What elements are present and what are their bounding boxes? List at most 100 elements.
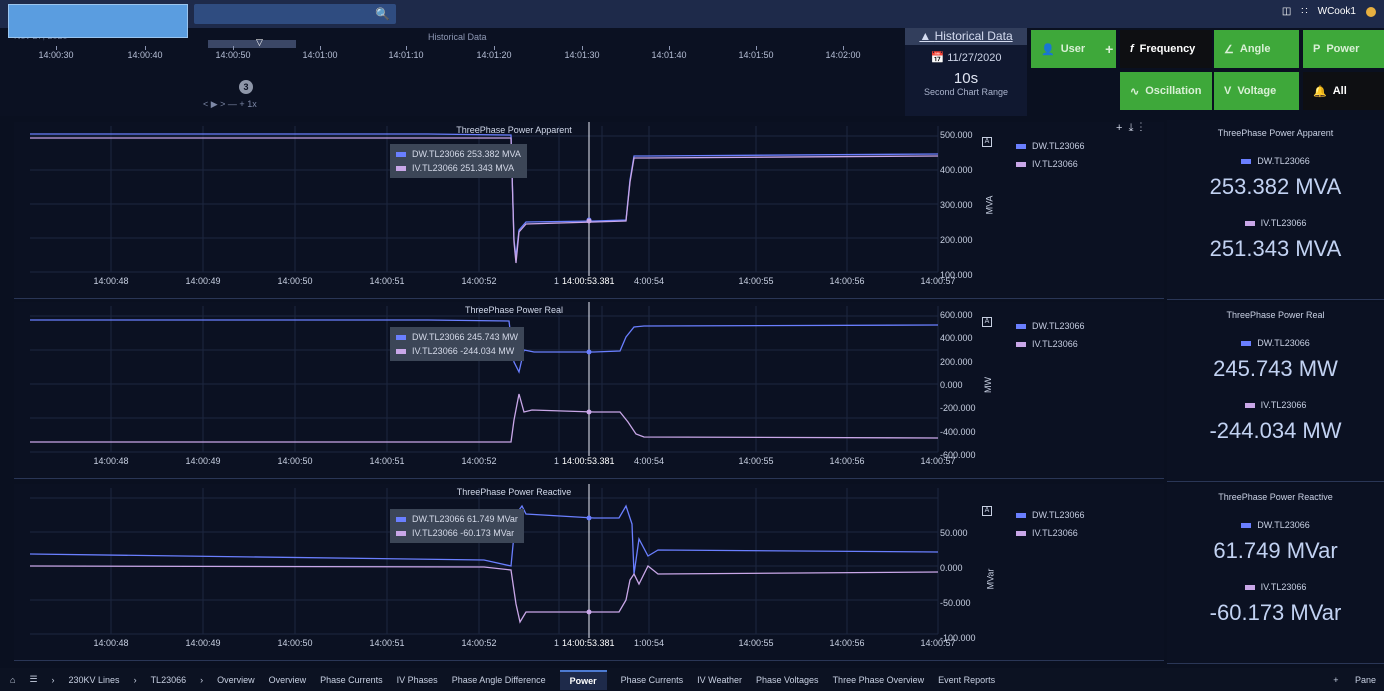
add-icon[interactable]: + <box>1116 122 1122 134</box>
timeline-window[interactable] <box>208 40 296 48</box>
legend-item-dw[interactable]: DW.TL23066 <box>1016 506 1085 524</box>
value-legend-dw: DW.TL23066 <box>1167 338 1384 348</box>
voltage-icon: V <box>1224 85 1232 97</box>
chart-panel[interactable]: ThreePhase Power Reactive DW.TL23066 61.7… <box>14 484 1164 661</box>
apps-grid-icon[interactable]: ∷ <box>1301 6 1307 17</box>
legend-item-iv[interactable]: IV.TL23066 <box>1016 524 1085 542</box>
power-button[interactable]: P Power <box>1303 30 1384 68</box>
cursor-time-label: 14:00:53.381 <box>559 638 618 648</box>
value-legend-iv: IV.TL23066 <box>1167 218 1384 228</box>
logo[interactable] <box>8 4 188 38</box>
timeline-ticks: 14:00:30 14:00:40 14:00:50 14:01:00 14:01:10… <box>0 46 905 66</box>
timeline-badge[interactable]: 3 <box>239 80 253 94</box>
historical-timeline[interactable]: Nov 27, 2020 Historical Data ▽ 14:00:301… <box>0 28 905 116</box>
historical-data-link[interactable]: ▲ Historical Data <box>905 28 1027 45</box>
tooltip-row-dw: DW.TL23066 253.382 MVA <box>396 147 521 161</box>
value-legend-dw: DW.TL23066 <box>1167 520 1384 530</box>
user-icon[interactable] <box>1366 6 1376 17</box>
chart-panel[interactable]: ThreePhase Power Real DW.TL23066 245.743 … <box>14 302 1164 479</box>
dw-swatch <box>1241 341 1252 347</box>
breadcrumb-separator: › <box>51 674 55 685</box>
download-icon[interactable]: ⤓ <box>1129 122 1134 134</box>
tab-overview-2[interactable]: Overview <box>269 675 307 685</box>
chart-tooltip: DW.TL23066 253.382 MVA IV.TL23066 251.343… <box>390 144 527 178</box>
x-tick-label: 14:00:50 <box>277 276 313 286</box>
value-panel: ThreePhase Power Reactive DW.TL23066 61.74… <box>1167 484 1384 664</box>
auto-scale-icon[interactable]: A <box>982 317 992 327</box>
username[interactable]: WCook1 <box>1318 6 1356 17</box>
more-icon[interactable]: ⋮ <box>1140 122 1143 134</box>
value-panel: ThreePhase Power Real DW.TL23066 245.743 M… <box>1167 302 1384 482</box>
y-axis-unit: MVar <box>985 568 996 590</box>
y-tick-label: -400.000 <box>940 426 976 437</box>
series-line-iv <box>29 564 939 624</box>
playback-controls[interactable]: < ▶ > — + 1x <box>203 99 257 110</box>
iv-swatch <box>1244 221 1255 227</box>
historical-data-panel: ▲ Historical Data 📅 11/27/2020 10s Secon… <box>905 28 1027 116</box>
tab-event-reports[interactable]: Event Reports <box>938 675 995 685</box>
timeline-marker-icon[interactable]: ▽ <box>256 37 263 48</box>
add-pane-button[interactable]: + Pane <box>1333 675 1376 685</box>
chart-panel[interactable]: ThreePhase Power Apparent DW.TL23066 253.… <box>14 122 1164 299</box>
y-tick-label: 400.000 <box>940 333 973 344</box>
frequency-button[interactable]: f Frequency <box>1120 30 1212 68</box>
x-tick-label: 14:00:48 <box>93 638 129 648</box>
x-tick-label: 14:00:49 <box>185 276 221 286</box>
y-tick-label: 100.000 <box>940 270 973 280</box>
auto-scale-icon[interactable]: A <box>982 137 992 147</box>
all-button[interactable]: 🔔 All <box>1303 72 1384 110</box>
menu-icon[interactable]: ☰ <box>29 674 37 685</box>
voltage-button[interactable]: V Voltage <box>1214 72 1299 110</box>
tab-phase-currents[interactable]: Phase Currents <box>320 675 383 685</box>
search-icon[interactable]: 🔍 <box>375 7 390 21</box>
tab-three-phase-overview[interactable]: Three Phase Overview <box>833 675 925 685</box>
cursor-point <box>586 515 592 521</box>
iv-value: 251.343 MVA <box>1209 236 1342 261</box>
dw-swatch <box>1241 523 1252 529</box>
y-tick-label: 500.000 <box>940 130 973 140</box>
user-button[interactable]: 👤 User + <box>1031 30 1116 68</box>
tab-phase-currents-2[interactable]: Phase Currents <box>621 675 684 685</box>
breadcrumb-tl23066[interactable]: TL23066 <box>151 675 187 685</box>
cursor-point <box>586 218 592 224</box>
x-tick-label: 14:00:51 <box>369 456 405 466</box>
tab-phase-angle-difference[interactable]: Phase Angle Difference <box>452 675 546 685</box>
value-legend-iv: IV.TL23066 <box>1167 582 1384 592</box>
historical-date[interactable]: 📅 11/27/2020 <box>905 51 1027 64</box>
y-tick-label: 200.000 <box>940 356 973 367</box>
tab-phase-voltages[interactable]: Phase Voltages <box>756 675 819 685</box>
x-tick-label: 1:00:54 <box>633 638 665 648</box>
home-icon[interactable]: ⌂ <box>10 675 15 685</box>
top-bar: 🔍 ◫ ∷ WCook1 <box>0 0 1384 28</box>
tooltip-row-iv: IV.TL23066 -244.034 MW <box>396 344 518 358</box>
legend-item-dw[interactable]: DW.TL23066 <box>1016 317 1085 335</box>
angle-button[interactable]: ∠ Angle <box>1214 30 1299 68</box>
panel-toggle-icon[interactable]: ◫ <box>1282 6 1291 17</box>
x-tick-label: 14:00:51 <box>369 276 405 286</box>
y-axis-unit: MW <box>983 377 993 393</box>
tab-overview[interactable]: Overview <box>217 675 255 685</box>
tab-iv-weather[interactable]: IV Weather <box>697 675 742 685</box>
x-tick-label: 14:00:48 <box>93 456 129 466</box>
search-box[interactable]: 🔍 <box>194 4 396 24</box>
x-tick-label: 14:00:56 <box>829 276 865 286</box>
chart-toolbar: + ⤓ ⋮ <box>1116 122 1142 135</box>
legend-item-iv[interactable]: IV.TL23066 <box>1016 155 1085 173</box>
auto-scale-icon[interactable]: A <box>982 506 992 516</box>
y-tick-label: 0.000 <box>940 380 963 390</box>
x-tick-label: 14:00:55 <box>738 456 774 466</box>
iv-value: -60.173 MVar <box>1209 600 1342 625</box>
dw-value: 61.749 MVar <box>1213 538 1338 563</box>
chart-legend: DW.TL23066 IV.TL23066 <box>1016 317 1085 353</box>
tab-iv-phases[interactable]: IV Phases <box>397 675 438 685</box>
y-tick-label: -100.000 <box>940 633 976 643</box>
oscillation-button[interactable]: ∿ Oscillation <box>1120 72 1212 110</box>
legend-item-iv[interactable]: IV.TL23066 <box>1016 335 1085 353</box>
value-panel-title: ThreePhase Power Apparent <box>1217 128 1334 138</box>
breadcrumb-230kv-lines[interactable]: 230KV Lines <box>69 675 120 685</box>
timeline-tick-label: 14:01:40 <box>651 50 687 60</box>
add-icon[interactable]: + <box>1105 41 1113 57</box>
value-legend-iv: IV.TL23066 <box>1167 400 1384 410</box>
tab-power[interactable]: Power <box>559 669 607 690</box>
legend-item-dw[interactable]: DW.TL23066 <box>1016 137 1085 155</box>
